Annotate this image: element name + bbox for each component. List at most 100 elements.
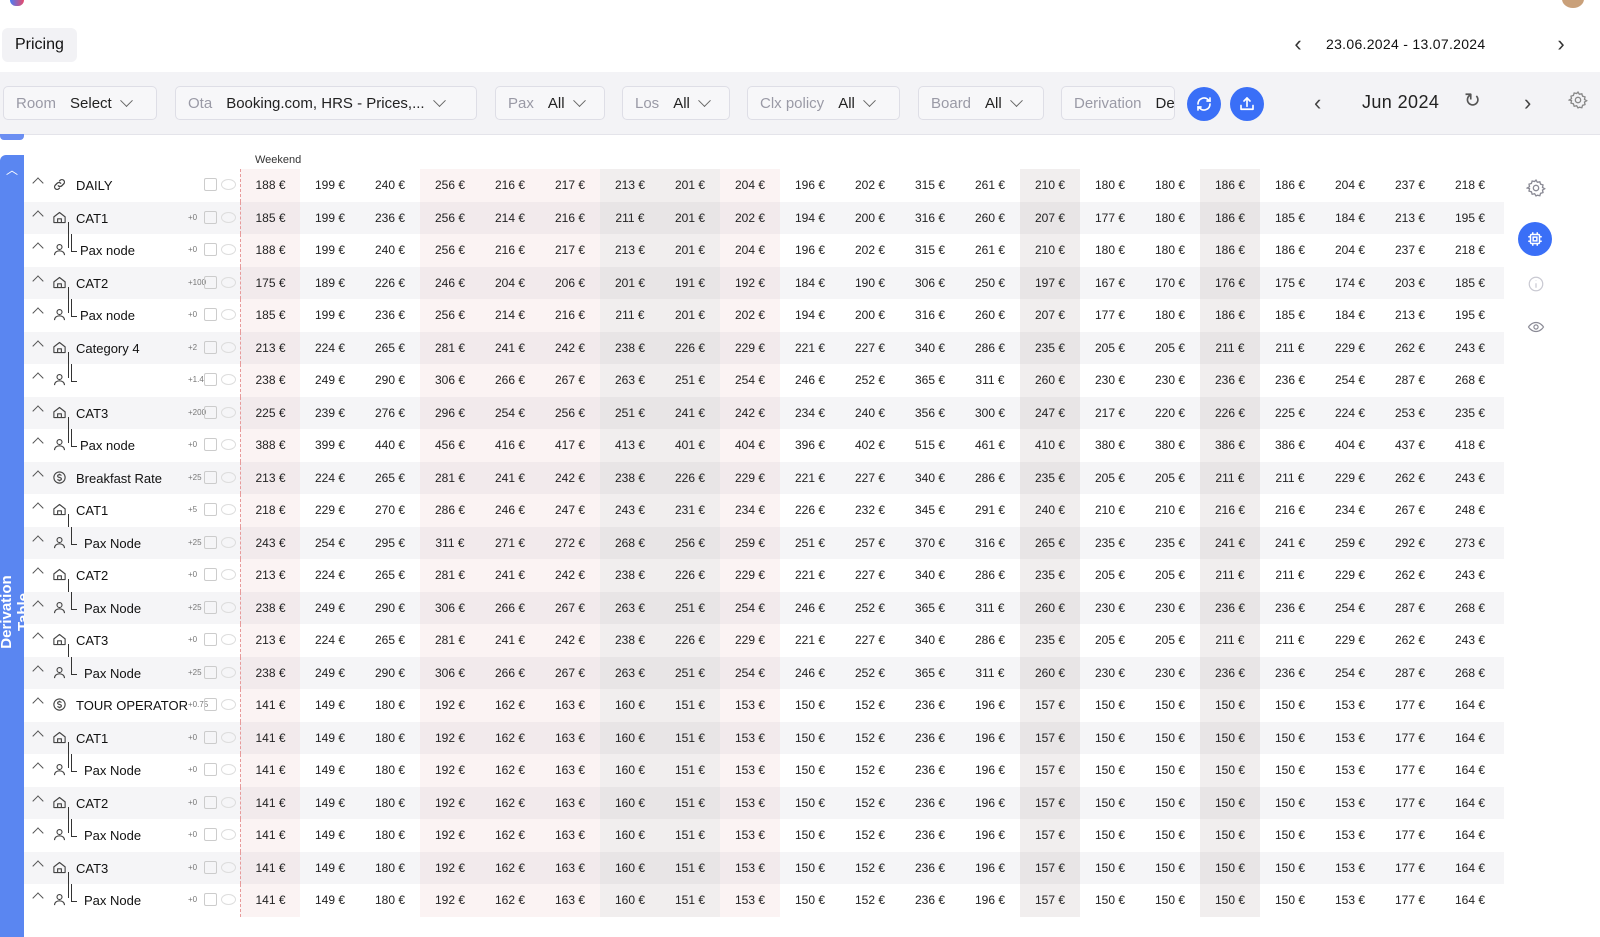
price-cell[interactable]: 150 € <box>1260 722 1320 755</box>
price-cell[interactable]: 242 € <box>540 461 600 494</box>
price-cell[interactable]: 153 € <box>1320 787 1380 820</box>
price-cell[interactable]: 153 € <box>720 721 780 754</box>
price-cell[interactable]: 201 € <box>660 234 720 267</box>
price-cell[interactable]: 164 € <box>1440 722 1500 755</box>
price-cell[interactable]: 260 € <box>1020 656 1080 689</box>
price-cell[interactable]: 211 € <box>1200 559 1260 592</box>
price-cell[interactable]: 260 € <box>1020 591 1080 624</box>
price-cell[interactable]: 254 € <box>1320 364 1380 397</box>
price-cell[interactable]: 180 € <box>360 884 420 917</box>
price-cell[interactable]: 180 € <box>1080 234 1140 267</box>
price-cell[interactable]: 204 € <box>1320 234 1380 267</box>
price-cell[interactable]: 267 € <box>540 656 600 689</box>
month-next-button[interactable]: › <box>1524 90 1531 116</box>
price-cell[interactable]: 230 € <box>1140 592 1200 625</box>
price-cell[interactable]: 254 € <box>720 364 780 397</box>
price-cell[interactable]: 149 € <box>300 722 360 755</box>
price-cell[interactable]: 203 € <box>1380 267 1440 300</box>
price-cell[interactable]: 177 € <box>1380 787 1440 820</box>
price-cell[interactable]: 266 € <box>480 591 540 624</box>
price-cell[interactable]: 218 € <box>240 494 300 527</box>
row-checkbox[interactable] <box>204 340 217 354</box>
price-cell[interactable]: 199 € <box>300 299 360 332</box>
price-cell[interactable]: 153 € <box>1320 689 1380 722</box>
price-cell[interactable]: 207 € <box>1020 201 1080 234</box>
row-checkbox[interactable] <box>204 470 217 484</box>
price-cell[interactable]: 252 € <box>840 657 900 690</box>
price-cell[interactable]: 316 € <box>900 299 960 332</box>
price-cell[interactable]: 199 € <box>300 234 360 267</box>
price-cell[interactable]: 164 € <box>1440 754 1500 787</box>
price-cell[interactable]: 160 € <box>600 851 660 884</box>
price-cell[interactable]: 152 € <box>840 819 900 852</box>
visibility-eye-icon[interactable] <box>221 536 236 548</box>
price-cell[interactable]: 180 € <box>1140 202 1200 235</box>
price-cell[interactable]: 177 € <box>1380 722 1440 755</box>
price-cell[interactable]: 149 € <box>300 754 360 787</box>
visibility-eye-icon[interactable] <box>221 211 236 223</box>
price-cell[interactable]: 246 € <box>780 592 840 625</box>
price-cell[interactable]: 141 € <box>240 884 300 917</box>
price-cell[interactable]: 141 € <box>240 786 300 819</box>
price-cell[interactable]: 271 € <box>480 526 540 559</box>
price-cell[interactable]: 210 € <box>1140 494 1200 527</box>
price-cell[interactable]: 196 € <box>780 234 840 267</box>
price-cell[interactable]: 242 € <box>540 559 600 592</box>
price-cell[interactable]: 191 € <box>660 266 720 299</box>
price-cell[interactable]: 229 € <box>1320 462 1380 495</box>
price-cell[interactable]: 150 € <box>780 819 840 852</box>
visibility-eye-icon[interactable] <box>221 796 236 808</box>
price-cell[interactable]: 184 € <box>1320 299 1380 332</box>
price-cell[interactable]: 236 € <box>900 852 960 885</box>
chevron-up-icon[interactable] <box>32 274 44 287</box>
chevron-up-icon[interactable] <box>32 209 44 222</box>
row-checkbox[interactable] <box>204 600 217 614</box>
price-cell[interactable]: 213 € <box>240 624 300 657</box>
price-cell[interactable]: 150 € <box>1080 754 1140 787</box>
chevron-up-icon[interactable] <box>32 567 44 579</box>
price-cell[interactable]: 150 € <box>1080 819 1140 852</box>
price-cell[interactable]: 177 € <box>1380 884 1440 917</box>
row-checkbox[interactable] <box>204 438 217 451</box>
price-cell[interactable]: 247 € <box>540 494 600 527</box>
price-cell[interactable]: 157 € <box>1020 884 1080 917</box>
price-cell[interactable]: 236 € <box>900 884 960 917</box>
chevron-up-icon[interactable] <box>32 762 44 774</box>
price-cell[interactable]: 251 € <box>780 527 840 560</box>
price-cell[interactable]: 365 € <box>900 657 960 690</box>
price-cell[interactable]: 241 € <box>1260 527 1320 560</box>
board-filter[interactable]: Board All <box>918 86 1044 120</box>
price-cell[interactable]: 286 € <box>960 624 1020 657</box>
price-cell[interactable]: 229 € <box>720 624 780 657</box>
visibility-eye-icon[interactable] <box>221 374 236 385</box>
price-cell[interactable]: 216 € <box>540 299 600 332</box>
price-cell[interactable]: 380 € <box>1140 429 1200 462</box>
price-cell[interactable]: 150 € <box>1080 787 1140 820</box>
price-cell[interactable]: 150 € <box>1200 884 1260 917</box>
price-cell[interactable]: 229 € <box>1320 559 1380 592</box>
price-cell[interactable]: 386 € <box>1200 429 1260 462</box>
price-cell[interactable]: 149 € <box>300 689 360 722</box>
price-cell[interactable]: 153 € <box>720 851 780 884</box>
cpu-button[interactable] <box>1518 222 1552 256</box>
price-cell[interactable]: 213 € <box>600 234 660 267</box>
price-cell[interactable]: 157 € <box>1020 689 1080 722</box>
price-cell[interactable]: 290 € <box>360 657 420 690</box>
price-cell[interactable]: 226 € <box>360 267 420 300</box>
price-cell[interactable]: 186 € <box>1260 234 1320 267</box>
price-cell[interactable]: 224 € <box>300 559 360 592</box>
price-cell[interactable]: 152 € <box>840 722 900 755</box>
price-cell[interactable]: 242 € <box>540 331 600 364</box>
price-cell[interactable]: 241 € <box>480 461 540 494</box>
price-cell[interactable]: 157 € <box>1020 754 1080 787</box>
visibility-eye-icon[interactable] <box>221 666 236 678</box>
price-cell[interactable]: 246 € <box>780 364 840 397</box>
price-cell[interactable]: 186 € <box>1200 169 1260 202</box>
price-cell[interactable]: 196 € <box>960 722 1020 755</box>
price-cell[interactable]: 177 € <box>1080 299 1140 332</box>
price-cell[interactable]: 287 € <box>1380 364 1440 397</box>
price-cell[interactable]: 235 € <box>1020 559 1080 592</box>
price-cell[interactable]: 221 € <box>780 559 840 592</box>
price-cell[interactable]: 238 € <box>600 559 660 592</box>
price-cell[interactable]: 150 € <box>1140 884 1200 917</box>
